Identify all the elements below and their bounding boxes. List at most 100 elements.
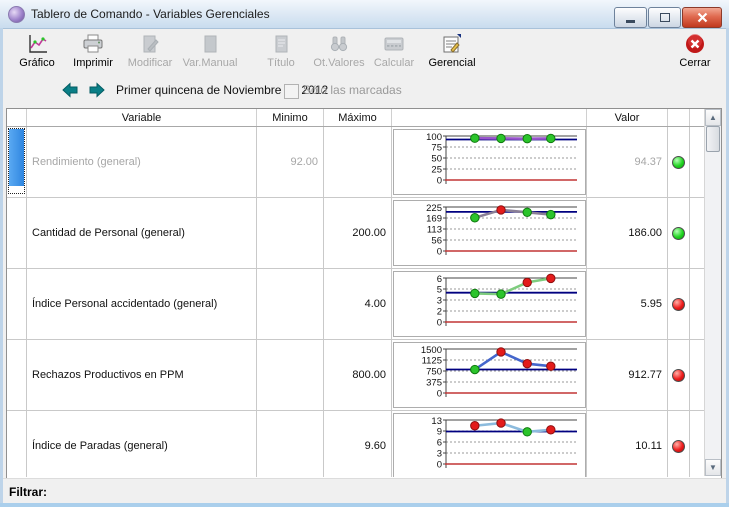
header-status-column [668, 109, 690, 126]
svg-text:6: 6 [436, 438, 441, 449]
gap-cell [690, 269, 705, 339]
close-button[interactable] [682, 7, 722, 28]
variables-table: Variable Minimo Máximo Valor Rendimiento… [6, 108, 722, 479]
scroll-thumb[interactable] [706, 126, 720, 152]
variable-name: Índice de Paradas (general) [27, 411, 257, 477]
status-cell [668, 127, 690, 197]
data-point [470, 422, 478, 430]
vertical-scrollbar[interactable]: ▲ ▼ [704, 109, 721, 476]
cerrar-icon [684, 32, 706, 56]
header-valor: Valor [587, 109, 668, 126]
maximo-value: 800.00 [324, 340, 392, 410]
row-marker[interactable] [7, 340, 27, 410]
var-manual-button: Var.Manual .tbtn[data-name="var-manual-b… [182, 32, 238, 74]
window-title: Tablero de Comando - Variables Gerencial… [31, 7, 270, 21]
restore-button[interactable] [648, 7, 681, 28]
title-bar[interactable]: Tablero de Comando - Variables Gerencial… [0, 0, 729, 29]
gerencial-button[interactable]: Gerencial [424, 32, 480, 74]
table-header: Variable Minimo Máximo Valor [7, 109, 721, 127]
maximo-value: 4.00 [324, 269, 392, 339]
svg-text:1125: 1125 [421, 356, 441, 367]
minimize-button[interactable] [614, 7, 647, 28]
only-marked-checkbox[interactable] [284, 84, 299, 99]
table-row[interactable]: Índice de Paradas (general)9.6013963010.… [7, 411, 705, 477]
trend-chart: 139630 [394, 414, 583, 476]
valor-value: 912.77 [587, 340, 668, 410]
data-point [496, 206, 504, 214]
valor-value: 5.95 [587, 269, 668, 339]
row-marker[interactable] [7, 198, 27, 268]
chart-cell: 65320 [392, 269, 587, 339]
svg-text:13: 13 [431, 416, 442, 427]
header-gap-column [690, 109, 705, 126]
chart-box: 150011257503750 [393, 342, 586, 408]
data-point [496, 419, 504, 427]
status-indicator [672, 298, 685, 311]
minimo-value [257, 411, 324, 477]
cerrar-button[interactable]: Cerrar [667, 32, 723, 74]
svg-text:50: 50 [431, 154, 442, 165]
row-selection-marker [8, 128, 25, 194]
svg-text:0: 0 [436, 176, 441, 187]
data-point [496, 348, 504, 356]
table-row[interactable]: Cantidad de Personal (general)200.002251… [7, 198, 705, 269]
edit-form-icon [139, 32, 161, 56]
gap-cell [690, 198, 705, 268]
status-cell [668, 269, 690, 339]
scroll-up-button[interactable]: ▲ [705, 109, 721, 126]
previous-period-arrow[interactable] [62, 82, 78, 98]
variable-name: Índice Personal accidentado (general) [27, 269, 257, 339]
minimo-value [257, 198, 324, 268]
data-point [546, 210, 554, 218]
row-marker[interactable] [7, 269, 27, 339]
report-pencil-icon [440, 32, 464, 56]
restore-icon [660, 13, 670, 22]
imprimir-button[interactable]: Imprimir [65, 32, 121, 74]
calculator-icon [382, 32, 406, 56]
svg-text:750: 750 [426, 367, 442, 378]
minimo-value [257, 269, 324, 339]
next-period-arrow[interactable] [89, 82, 105, 98]
trend-chart: 1007550250 [394, 130, 583, 192]
grafico-button[interactable]: Gráfico [9, 32, 65, 74]
scroll-down-button[interactable]: ▼ [705, 459, 721, 476]
data-point [470, 134, 478, 142]
modificar-label: Modificar [128, 57, 173, 69]
data-point [523, 428, 531, 436]
ot-valores-button: Ot.Valores [311, 32, 367, 74]
svg-text:225: 225 [426, 203, 442, 214]
data-point [546, 426, 554, 434]
svg-text:0: 0 [436, 389, 441, 400]
window-frame-left [0, 28, 3, 507]
imprimir-label: Imprimir [73, 57, 113, 69]
status-cell [668, 198, 690, 268]
header-marker-column [7, 109, 27, 126]
gap-cell [690, 411, 705, 477]
table-row[interactable]: Rendimiento (general)92.00100755025094.3… [7, 127, 705, 198]
data-point [496, 290, 504, 298]
svg-text:0: 0 [436, 318, 441, 329]
row-marker[interactable] [7, 411, 27, 477]
data-point [523, 359, 531, 367]
status-cell [668, 340, 690, 410]
data-point [523, 278, 531, 286]
header-minimo: Minimo [257, 109, 324, 126]
svg-text:6: 6 [436, 274, 441, 285]
row-marker[interactable] [7, 127, 27, 197]
svg-text:1500: 1500 [420, 345, 441, 356]
svg-text:113: 113 [426, 225, 441, 236]
status-cell [668, 411, 690, 477]
titulo-button: Título [253, 32, 309, 74]
toolbar: Gráfico Imprimir Modificar [3, 29, 726, 75]
table-body: Rendimiento (general)92.00100755025094.3… [7, 127, 705, 477]
table-row[interactable]: Índice Personal accidentado (general) 4.0… [7, 269, 705, 340]
data-point [546, 362, 554, 370]
only-marked-label: Sólo las marcadas [303, 83, 402, 97]
variable-name: Rechazos Productivos en PPM [27, 340, 257, 410]
table-row[interactable]: Rechazos Productivos en PPM 800.00 1500112… [7, 340, 705, 411]
trend-chart: 225169113560 [394, 201, 583, 263]
cerrar-label: Cerrar [679, 57, 710, 69]
valor-value: 186.00 [587, 198, 668, 268]
filter-label: Filtrar: [9, 485, 47, 499]
data-point [496, 134, 504, 142]
